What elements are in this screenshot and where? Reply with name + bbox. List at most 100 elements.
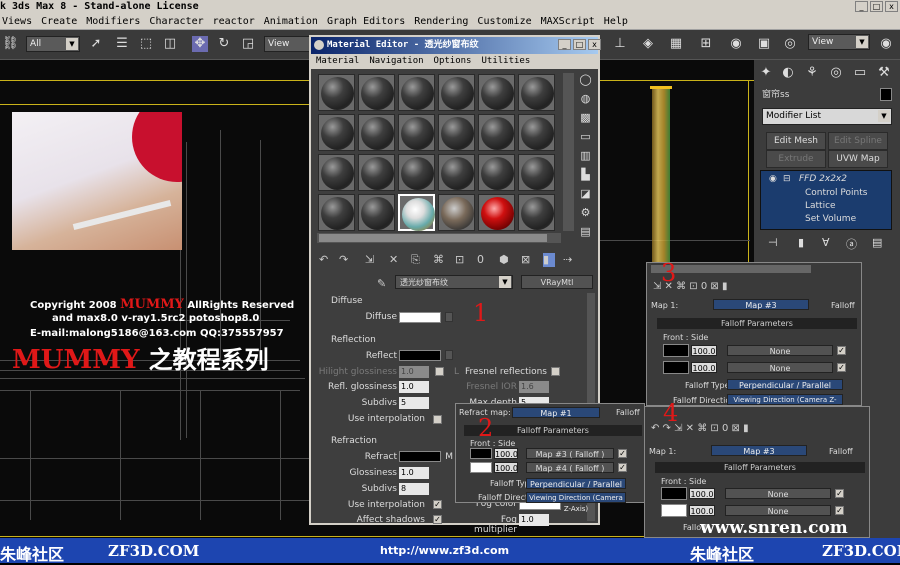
footer-url[interactable]: http://www.zf3d.com (380, 544, 509, 557)
rect-selection-icon[interactable]: ⬚ (138, 36, 154, 52)
material-map-navigator-icon[interactable]: ▤ (578, 225, 593, 239)
stack-item-ffd[interactable]: FFD 2x2x2 (799, 174, 847, 184)
mated-menu-options[interactable]: Options (434, 54, 472, 69)
remove-modifier-icon[interactable]: ⓐ (846, 236, 857, 252)
close-button[interactable]: x (885, 1, 898, 12)
material-sample-slot[interactable] (518, 74, 555, 111)
menu-create[interactable]: Create (41, 14, 77, 29)
uvw-map-button[interactable]: UVW Map (828, 150, 888, 168)
ref-coord-dropdown[interactable]: View (264, 36, 312, 52)
sample-slots-hscrollbar[interactable] (317, 233, 561, 243)
minimize-button[interactable]: _ (855, 1, 868, 12)
menu-rendering[interactable]: Rendering (414, 14, 468, 29)
panel3-side-checkbox[interactable]: ✓ (837, 363, 846, 372)
panel3-falloff-type[interactable]: Perpendicular / Parallel (727, 379, 843, 390)
reflect-color-swatch[interactable] (399, 350, 441, 361)
material-sample-slot[interactable] (518, 154, 555, 191)
select-by-material-icon[interactable]: ⚙ (578, 206, 593, 220)
copy-material-icon[interactable]: ⎘ (411, 253, 420, 267)
put-to-scene-icon[interactable]: ↷ (339, 253, 348, 266)
material-editor-icon[interactable]: ◉ (728, 36, 744, 52)
panel4-side-amount[interactable]: 100.0 (689, 505, 715, 516)
panel4-side-map[interactable]: None (725, 505, 831, 516)
falloff-direction-dropdown[interactable]: Viewing Direction (Camera Z-Axis) (526, 492, 626, 513)
render-scene-icon[interactable]: ▣ (756, 36, 772, 52)
schematic-view-icon[interactable]: ⊞ (698, 36, 714, 52)
front-color-swatch[interactable] (470, 448, 492, 459)
go-forward-icon[interactable]: ⇢ (563, 253, 572, 266)
refract-map-type[interactable]: Falloff (616, 408, 640, 417)
side-map-button[interactable]: Map #4 ( Falloff ) (526, 462, 614, 473)
material-sample-slot[interactable] (358, 114, 395, 151)
video-color-check-icon[interactable]: ▥ (578, 149, 593, 163)
panel4-front-checkbox[interactable]: ✓ (835, 489, 844, 498)
quick-render-icon[interactable]: ◎ (782, 36, 798, 52)
display-tab-icon[interactable]: ▭ (852, 65, 868, 81)
make-unique-icon[interactable]: ∀ (822, 236, 830, 249)
render-type-dropdown[interactable]: View ▼ (808, 34, 870, 50)
sample-slots-vscrollbar[interactable] (563, 73, 574, 231)
options-icon[interactable]: ◪ (578, 187, 593, 201)
panel4-front-map[interactable]: None (725, 488, 831, 499)
pick-material-icon[interactable]: ✎ (377, 277, 386, 290)
menu-graph-editors[interactable]: Graph Editors (327, 14, 405, 29)
refract-color-swatch[interactable] (399, 451, 441, 462)
refract-map-button[interactable]: M (443, 452, 453, 462)
hilight-glossiness-spinner[interactable]: 1.0 (399, 366, 429, 378)
panel4-map-name[interactable]: Map #3 (711, 445, 807, 456)
reset-map-icon[interactable]: ✕ (389, 253, 398, 266)
side-map-checkbox[interactable]: ✓ (618, 463, 627, 472)
panel3-falloff-header[interactable]: Falloff Parameters (657, 318, 857, 329)
configure-modifier-sets-icon[interactable]: ▤ (872, 236, 882, 249)
curve-editor-icon[interactable]: ▦ (668, 36, 684, 52)
show-map-in-viewport-icon[interactable]: ⬢ (499, 253, 509, 266)
put-to-library-icon[interactable]: ⊡ (455, 253, 464, 266)
mated-menu-navigation[interactable]: Navigation (369, 54, 423, 69)
refl-glossiness-spinner[interactable]: 1.0 (399, 381, 429, 393)
material-sample-slot[interactable] (358, 74, 395, 111)
pin-stack-icon[interactable]: ⊣ (768, 236, 778, 249)
maximize-button[interactable]: □ (870, 1, 883, 12)
menu-modifiers[interactable]: Modifiers (86, 14, 140, 29)
panel3-front-swatch[interactable] (663, 344, 689, 357)
get-material-icon[interactable]: ↶ (319, 253, 328, 266)
edit-mesh-button[interactable]: Edit Mesh (766, 132, 826, 150)
panel3-side-map[interactable]: None (727, 362, 833, 373)
panel3-front-amount[interactable]: 100.0 (691, 345, 717, 356)
material-sample-slot[interactable] (438, 74, 475, 111)
backlight-icon[interactable]: ◍ (578, 92, 593, 106)
background-icon[interactable]: ▩ (578, 111, 593, 125)
menu-views[interactable]: Views (2, 14, 32, 29)
align-icon[interactable]: ⊥ (612, 36, 628, 52)
material-sample-slot[interactable] (438, 114, 475, 151)
refr-glossiness-spinner[interactable]: 1.0 (399, 467, 429, 479)
stack-item-lattice[interactable]: Lattice (805, 201, 836, 211)
material-sample-slot[interactable] (398, 74, 435, 111)
select-rotate-icon[interactable]: ↻ (216, 36, 232, 52)
material-sample-slot[interactable] (478, 154, 515, 191)
make-preview-icon[interactable]: ▙ (578, 168, 593, 182)
chevron-down-icon[interactable]: ▼ (499, 276, 511, 288)
reflect-map-button[interactable] (445, 350, 453, 360)
panel4-falloff-header[interactable]: Falloff Parameters (655, 462, 865, 473)
panel4-map-type[interactable]: Falloff (829, 447, 853, 456)
mated-close-button[interactable]: x (588, 39, 601, 50)
menu-maxscript[interactable]: MAXScript (541, 14, 595, 29)
expand-icon[interactable]: ⊟ (783, 174, 791, 184)
panel3-side-swatch[interactable] (663, 361, 689, 374)
mated-maximize-button[interactable]: □ (573, 39, 586, 50)
material-name-field[interactable]: 透光纱窗布纹 (395, 275, 513, 289)
fresnel-ior-spinner[interactable]: 1.6 (519, 381, 549, 393)
hierarchy-tab-icon[interactable]: ⚘ (804, 65, 820, 81)
panel4-front-amount[interactable]: 100.0 (689, 488, 715, 499)
material-sample-slot[interactable] (398, 114, 435, 151)
material-sample-slot[interactable] (358, 154, 395, 191)
panel3-map-name[interactable]: Map #3 (713, 299, 809, 310)
material-sample-slot[interactable] (318, 74, 355, 111)
front-map-checkbox[interactable]: ✓ (618, 449, 627, 458)
front-map-button[interactable]: Map #3 ( Falloff ) (526, 448, 614, 459)
side-color-swatch[interactable] (470, 462, 492, 473)
panel4-side-checkbox[interactable]: ✓ (835, 506, 844, 515)
layer-icon[interactable]: ◈ (640, 36, 656, 52)
menu-help[interactable]: Help (604, 14, 628, 29)
